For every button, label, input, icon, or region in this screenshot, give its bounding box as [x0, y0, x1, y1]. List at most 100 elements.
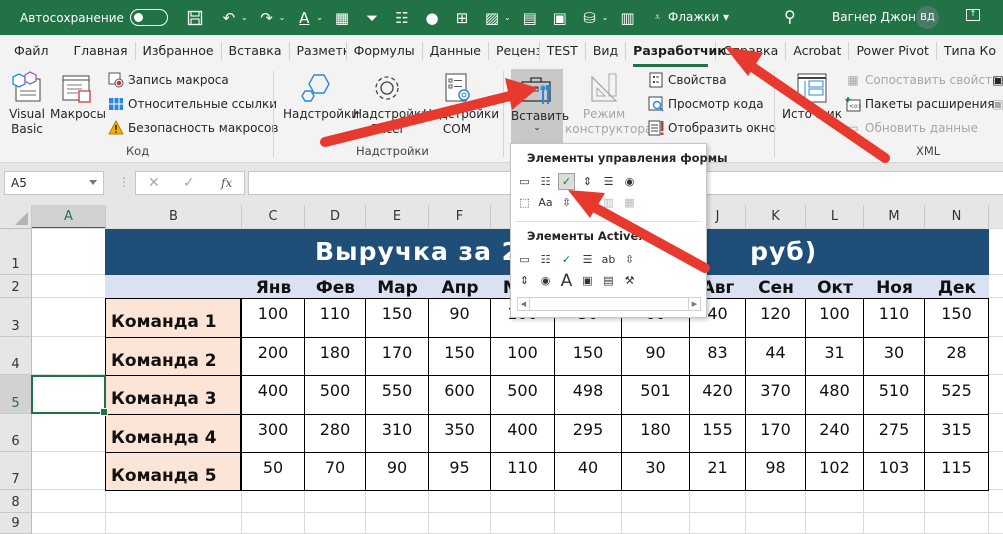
- row-header-7[interactable]: 7: [0, 452, 32, 490]
- control-command-button-icon[interactable]: ▭: [516, 251, 533, 268]
- control-list-box-icon[interactable]: ☰: [579, 251, 596, 268]
- format-caret-icon[interactable]: ⌄: [504, 13, 511, 22]
- team-name-cell[interactable]: Команда 3: [105, 375, 241, 415]
- column-header-l[interactable]: L: [806, 205, 864, 229]
- value-cell[interactable]: 501: [621, 375, 690, 415]
- import-icon[interactable]: ▣: [990, 72, 1003, 88]
- row-header-3[interactable]: 3: [0, 298, 32, 337]
- control-option-button-icon[interactable]: ◉: [621, 173, 638, 190]
- value-cell[interactable]: 170: [365, 337, 429, 376]
- value-cell[interactable]: 155: [689, 414, 746, 453]
- redo-icon[interactable]: ↷: [256, 8, 278, 28]
- ribbon-display-icon[interactable]: ↑: [966, 9, 980, 21]
- name-box[interactable]: A5: [4, 171, 104, 195]
- redo-caret-icon[interactable]: ⌄: [279, 13, 286, 22]
- value-cell[interactable]: 275: [863, 414, 925, 453]
- value-cell[interactable]: 90: [365, 452, 429, 491]
- insert-function-icon[interactable]: fx: [221, 176, 232, 190]
- month-header[interactable]: Дек: [925, 275, 989, 298]
- expansion-packs-button[interactable]: <o> Пакеты расширения: [845, 96, 995, 112]
- formula-bar-resize-handle[interactable]: ⋮: [118, 175, 130, 189]
- tab-favorites[interactable]: Избранное: [136, 42, 222, 60]
- control-label-icon[interactable]: A: [558, 271, 575, 291]
- value-cell[interactable]: 295: [554, 414, 622, 453]
- value-cell[interactable]: 115: [924, 452, 989, 491]
- value-cell[interactable]: 90: [621, 337, 690, 376]
- column-header-f[interactable]: F: [429, 205, 491, 229]
- row-header-8[interactable]: 8: [0, 490, 32, 513]
- column-header-k[interactable]: K: [746, 205, 806, 229]
- value-cell[interactable]: 83: [689, 337, 746, 376]
- search-icon[interactable]: ⚲: [784, 7, 796, 26]
- value-cell[interactable]: 100: [805, 298, 864, 338]
- scroll-left-icon[interactable]: ◀: [518, 298, 530, 310]
- column-header-c[interactable]: C: [242, 205, 305, 229]
- preview-icon[interactable]: ⊞: [451, 8, 473, 28]
- format-icon[interactable]: ▨: [481, 8, 503, 28]
- value-cell[interactable]: 600: [428, 375, 491, 415]
- value-cell[interactable]: 300: [241, 414, 305, 453]
- tab-insert[interactable]: Вставка: [222, 42, 290, 60]
- row-header-1[interactable]: 1: [0, 229, 32, 275]
- value-cell[interactable]: 500: [304, 375, 366, 415]
- team-name-cell[interactable]: Команда 1: [105, 298, 241, 338]
- macros-button[interactable]: Макросы: [50, 71, 106, 122]
- design-mode-button[interactable]: Режим конструктора: [565, 71, 652, 137]
- team-name-cell[interactable]: Команда 2: [105, 337, 241, 376]
- row-header-5[interactable]: 5: [0, 375, 32, 414]
- xml-source-button[interactable]: Источник: [782, 71, 842, 122]
- value-cell[interactable]: 550: [365, 375, 429, 415]
- run-dialog-button[interactable]: Отобразить окно: [648, 120, 776, 136]
- export-icon[interactable]: ▣: [990, 96, 1003, 112]
- column-header-m[interactable]: M: [864, 205, 925, 229]
- row-header-4[interactable]: 4: [0, 337, 32, 375]
- month-header[interactable]: Мар: [366, 275, 429, 298]
- month-header[interactable]: Фев: [305, 275, 366, 298]
- team-name-cell[interactable]: Команда 5: [105, 452, 241, 491]
- undo-caret-icon[interactable]: ⌄: [241, 13, 248, 22]
- value-cell[interactable]: 400: [241, 375, 305, 415]
- tab-file[interactable]: Файл: [0, 42, 67, 60]
- value-cell[interactable]: 180: [304, 337, 366, 376]
- team-name-cell[interactable]: Команда 4: [105, 414, 241, 453]
- value-cell[interactable]: 150: [428, 337, 491, 376]
- visual-basic-button[interactable]: Visual Basic: [6, 71, 48, 137]
- tab-tipa-ko[interactable]: Типа Ко: [937, 42, 1003, 60]
- column-header-a[interactable]: A: [32, 205, 106, 229]
- value-cell[interactable]: 98: [745, 452, 806, 491]
- undo-icon[interactable]: ↶: [218, 8, 240, 28]
- row-header-9[interactable]: 9: [0, 513, 32, 534]
- value-cell[interactable]: 110: [490, 452, 555, 491]
- customize-toolbar-icon[interactable]: ⩡: [646, 8, 668, 28]
- excel-addins-button[interactable]: Надстройки Excel: [353, 71, 429, 137]
- tab-formulas[interactable]: Формулы: [347, 42, 423, 60]
- font-color-caret-icon[interactable]: ⌄: [316, 13, 323, 22]
- tab-review[interactable]: Рецензировал: [489, 42, 540, 60]
- select-all-button[interactable]: [0, 205, 32, 229]
- value-cell[interactable]: 525: [924, 375, 989, 415]
- tab-data[interactable]: Данные: [423, 42, 489, 60]
- control-more-controls-icon[interactable]: ⚒: [621, 272, 638, 289]
- macro-security-button[interactable]: Безопасность макросов: [108, 120, 278, 136]
- control-spin-button-icon[interactable]: ⇕: [579, 173, 596, 190]
- enter-icon[interactable]: ✓: [183, 175, 195, 191]
- font-color-icon[interactable]: A: [293, 8, 315, 28]
- value-cell[interactable]: 110: [304, 298, 366, 338]
- document-icon[interactable]: ▥: [616, 8, 638, 28]
- value-cell[interactable]: 90: [428, 298, 491, 338]
- value-cell[interactable]: 150: [554, 337, 622, 376]
- name-box-caret-icon[interactable]: [89, 180, 97, 185]
- month-header[interactable]: Сен: [746, 275, 806, 298]
- tab-home[interactable]: Главная: [67, 42, 136, 60]
- tab-power-pivot[interactable]: Power Pivot: [849, 42, 937, 60]
- value-cell[interactable]: 420: [689, 375, 746, 415]
- chart-icon[interactable]: ▦: [331, 8, 353, 28]
- autosave-toggle[interactable]: [129, 9, 168, 26]
- value-cell[interactable]: 100: [241, 298, 305, 338]
- tab-developer[interactable]: Разработчик: [626, 42, 726, 67]
- relative-refs-button[interactable]: Относительные ссылки: [108, 96, 277, 112]
- filter-icon[interactable]: ⏷: [361, 8, 383, 28]
- avatar[interactable]: ВД: [916, 6, 939, 29]
- control-spin-button-icon[interactable]: ⇕: [516, 272, 533, 289]
- value-cell[interactable]: 510: [863, 375, 925, 415]
